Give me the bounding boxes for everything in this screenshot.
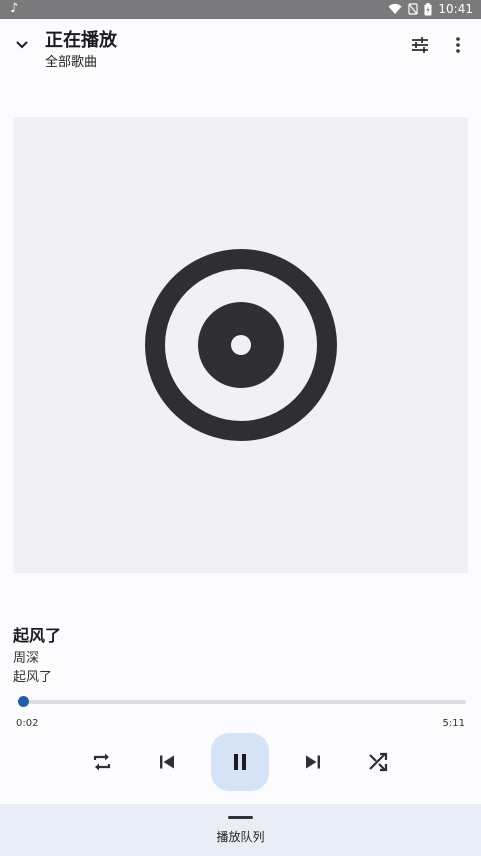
disc-icon: [144, 249, 337, 441]
song-title: 起风了: [13, 626, 62, 645]
repeat-button[interactable]: [73, 733, 131, 791]
top-app-bar: 正在播放 全部歌曲: [0, 19, 481, 75]
no-sim-icon: [408, 3, 419, 15]
album-art: [13, 117, 468, 573]
shuffle-icon: [369, 752, 388, 772]
current-time: 0:02: [16, 718, 39, 729]
queue-label: 播放队列: [216, 830, 265, 844]
chevron-down-icon: [16, 41, 28, 49]
more-vert-icon: [456, 37, 460, 53]
drag-handle[interactable]: [228, 816, 253, 819]
collapse-button[interactable]: [8, 31, 36, 59]
status-icons: 10:41: [388, 2, 473, 16]
seek-bar[interactable]: [17, 696, 466, 707]
music-note-icon: ♪: [10, 1, 19, 16]
skip-previous-icon: [160, 755, 174, 769]
equalizer-button[interactable]: [406, 31, 434, 59]
playback-controls: [0, 733, 481, 793]
page-title: 正在播放: [45, 30, 117, 51]
album-name: 起风了: [13, 670, 53, 685]
wifi-icon: [388, 3, 402, 15]
previous-button[interactable]: [138, 733, 196, 791]
seek-bar-thumb[interactable]: [17, 696, 29, 707]
status-time: 10:41: [438, 2, 473, 16]
queue-sheet-handle[interactable]: 播放队列: [0, 804, 481, 856]
total-time: 5:11: [442, 718, 465, 729]
shuffle-button[interactable]: [349, 733, 407, 791]
pause-button[interactable]: [211, 733, 269, 791]
skip-next-icon: [306, 755, 320, 769]
artist-name: 周深: [13, 651, 40, 666]
tune-icon: [412, 37, 428, 53]
next-button[interactable]: [284, 733, 342, 791]
status-bar: ♪ 10:41: [0, 0, 481, 19]
pause-icon: [234, 754, 246, 770]
battery-icon: [424, 2, 432, 15]
page-subtitle: 全部歌曲: [45, 55, 98, 70]
repeat-icon: [93, 753, 111, 771]
more-options-button[interactable]: [446, 31, 470, 59]
